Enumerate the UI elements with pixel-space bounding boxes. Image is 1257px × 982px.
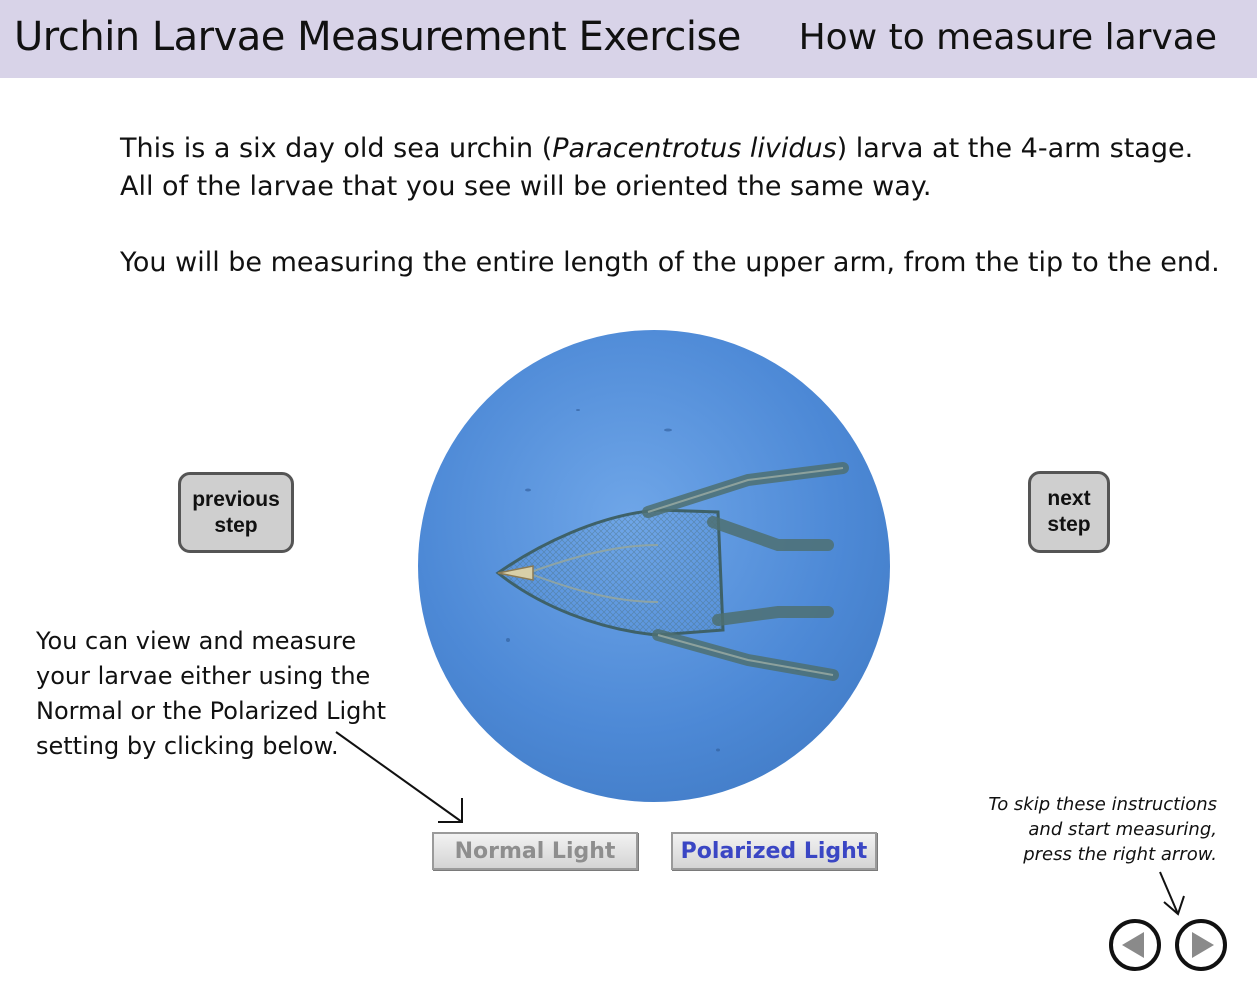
header-bar: Urchin Larvae Measurement Exercise How t… bbox=[0, 0, 1257, 78]
skip-instructions-note: To skip these instructions and start mea… bbox=[988, 792, 1217, 867]
forward-arrow-icon[interactable] bbox=[1174, 918, 1228, 972]
skip-note-line: press the right arrow. bbox=[1023, 844, 1217, 865]
normal-light-button[interactable]: Normal Light bbox=[432, 832, 638, 870]
app-title: Urchin Larvae Measurement Exercise bbox=[14, 14, 741, 60]
skip-note-line: and start measuring, bbox=[1028, 819, 1217, 840]
next-step-button[interactable]: next step bbox=[1028, 471, 1110, 553]
back-arrow-icon[interactable] bbox=[1108, 918, 1162, 972]
microscope-view bbox=[418, 330, 890, 802]
intro-text: This is a six day old sea urchin (Parace… bbox=[120, 130, 1220, 282]
skip-note-line: To skip these instructions bbox=[988, 794, 1217, 815]
intro-paragraph-2: You will be measuring the entire length … bbox=[120, 247, 1220, 278]
section-title: How to measure larvae bbox=[798, 17, 1217, 58]
pointer-arrow-icon bbox=[335, 731, 463, 823]
polarized-light-button[interactable]: Polarized Light bbox=[671, 832, 877, 870]
intro-text-part: This is a six day old sea urchin ( bbox=[120, 133, 553, 164]
previous-step-button[interactable]: previous step bbox=[178, 472, 294, 553]
larva-image bbox=[495, 409, 849, 752]
species-name: Paracentrotus lividus bbox=[552, 133, 837, 164]
intro-paragraph-1: This is a six day old sea urchin (Parace… bbox=[120, 130, 1220, 206]
skip-pointer-arrow-icon bbox=[1159, 871, 1185, 916]
